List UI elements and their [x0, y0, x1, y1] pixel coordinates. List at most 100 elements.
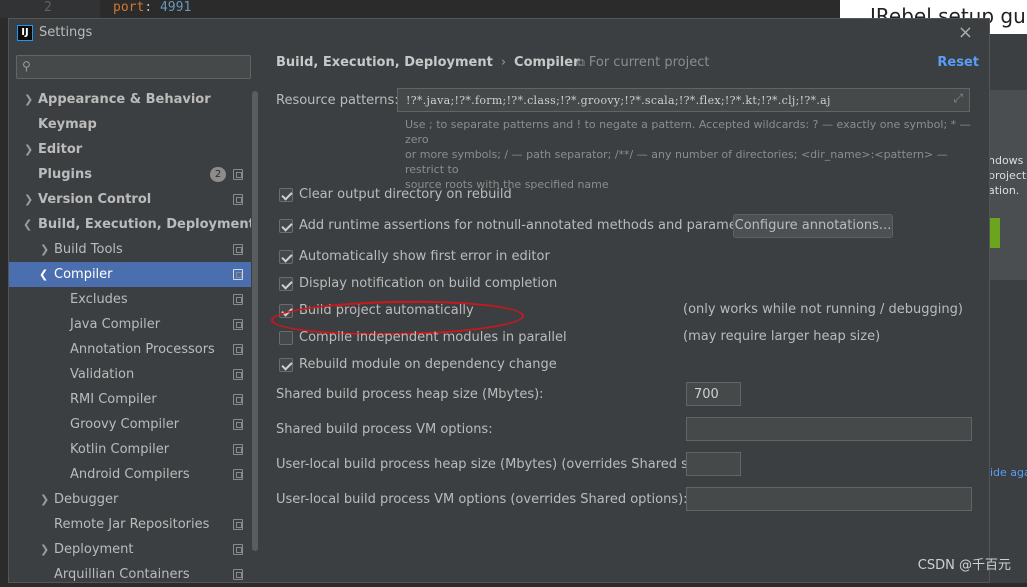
option-label: Display notification on build completion — [299, 276, 558, 291]
sidebar-item-label: RMI Compiler — [70, 392, 157, 407]
search-icon: ⚲ — [22, 59, 31, 73]
background-link: ide aga — [990, 466, 1027, 479]
breadcrumb-separator: › — [500, 55, 507, 70]
settings-search[interactable]: ⚲ — [16, 55, 251, 79]
for-project-label: For current project — [588, 55, 710, 70]
editor-code-line: port: 4991 — [113, 0, 192, 15]
sidebar-item-keymap[interactable]: Keymap — [9, 112, 251, 137]
sidebar-item-compiler[interactable]: ❮ Compiler — [9, 262, 251, 287]
clear-output-checkbox[interactable] — [279, 188, 293, 202]
vm-options-input[interactable] — [692, 420, 948, 438]
sidebar-item-deployment[interactable]: ❯ Deployment — [9, 537, 251, 562]
runtime-assertions-checkbox[interactable] — [279, 219, 293, 233]
compiler-settings-panel: Build, Execution, Deployment › Compiler ⧉ F… — [259, 47, 989, 582]
chevron-down-icon[interactable]: ❮ — [23, 212, 32, 237]
heap-size-label: Shared build process heap size (Mbytes): — [276, 387, 544, 402]
sidebar-item-label: Remote Jar Repositories — [54, 517, 210, 532]
sidebar-item-label: Plugins — [38, 167, 92, 182]
chevron-right-icon[interactable]: ❯ — [24, 187, 33, 212]
project-scope-note: ⧉ For current project — [577, 55, 709, 70]
breadcrumb: Build, Execution, Deployment › Compiler — [276, 55, 580, 70]
sidebar-item-label: Build, Execution, Deployment — [38, 217, 255, 232]
expand-icon[interactable]: ⤢ — [953, 91, 963, 106]
user-vm-options-field[interactable] — [686, 487, 972, 511]
project-scope-icon — [233, 344, 243, 355]
vm-options-field[interactable] — [686, 417, 972, 441]
build-automatically-note: (only works while not running / debuggin… — [683, 302, 963, 317]
sidebar-item-groovy-compiler[interactable]: Groovy Compiler — [9, 412, 251, 437]
editor-line-number: 2 — [44, 0, 52, 15]
parallel-compile-note: (may require larger heap size) — [683, 329, 881, 344]
sidebar-item-label: Java Compiler — [70, 317, 161, 332]
chevron-right-icon[interactable]: ❯ — [40, 237, 49, 262]
sidebar-item-label: Editor — [38, 142, 83, 157]
parallel-compile-checkbox[interactable] — [279, 331, 293, 345]
sidebar-item-label: Version Control — [38, 192, 152, 207]
hint-line: or more symbols; / — path separator; /**… — [405, 148, 948, 176]
user-vm-options-label: User-local build process VM options (ove… — [276, 492, 688, 507]
option-label: Automatically show first error in editor — [299, 249, 550, 264]
settings-dialog: IJ Settings × ⚲ ❯ Appearance & Behavior … — [8, 18, 990, 583]
project-scope-icon — [233, 319, 243, 330]
dialog-titlebar[interactable]: IJ Settings × — [9, 19, 989, 47]
configure-annotations-button[interactable]: Configure annotations... — [733, 214, 893, 238]
project-scope-icon — [233, 444, 243, 455]
sidebar-item-build-execution-deployment[interactable]: ❮ Build, Execution, Deployment — [9, 212, 255, 237]
sidebar-item-arquillian-containers[interactable]: Arquillian Containers — [9, 562, 251, 587]
hint-line: Use ; to separate patterns and ! to nega… — [405, 118, 971, 146]
heap-size-input[interactable] — [692, 385, 740, 403]
option-label: Rebuild module on dependency change — [299, 357, 557, 372]
option-label: Compile independent modules in parallel — [299, 330, 567, 345]
chevron-right-icon[interactable]: ❯ — [40, 487, 49, 512]
sidebar-scrollbar[interactable] — [251, 87, 259, 557]
sidebar-item-remote-jar-repositories[interactable]: Remote Jar Repositories — [9, 512, 251, 537]
resource-patterns-field[interactable]: ⤢ — [397, 88, 970, 112]
sidebar-item-appearance-behavior[interactable]: ❯ Appearance & Behavior — [9, 87, 251, 112]
sidebar-item-kotlin-compiler[interactable]: Kotlin Compiler — [9, 437, 251, 462]
sidebar-item-editor[interactable]: ❯ Editor — [9, 137, 251, 162]
build-notification-checkbox[interactable] — [279, 277, 293, 291]
project-scope-icon — [233, 469, 243, 480]
project-scope-icon — [233, 269, 243, 280]
settings-tree: ❯ Appearance & Behavior Keymap ❯ Editor … — [9, 87, 255, 587]
sidebar-item-annotation-processors[interactable]: Annotation Processors — [9, 337, 251, 362]
sidebar-item-plugins[interactable]: Plugins 2 — [9, 162, 251, 187]
sidebar-item-android-compilers[interactable]: Android Compilers — [9, 462, 251, 487]
rebuild-on-dependency-checkbox[interactable] — [279, 358, 293, 372]
resource-patterns-input[interactable] — [404, 91, 944, 109]
close-icon[interactable]: × — [958, 22, 973, 43]
sidebar-item-label: Validation — [70, 367, 135, 382]
chevron-down-icon[interactable]: ❮ — [39, 262, 48, 287]
heap-size-field[interactable] — [686, 382, 741, 406]
background-green-button — [990, 218, 1000, 248]
sidebar-item-java-compiler[interactable]: Java Compiler — [9, 312, 251, 337]
user-heap-size-field[interactable] — [686, 452, 741, 476]
background-notification-line: ation. — [990, 184, 1020, 197]
scrollbar-thumb[interactable] — [252, 91, 258, 551]
project-scope-icon — [233, 519, 243, 530]
editor-key: port — [113, 0, 145, 15]
resource-patterns-hint: Use ; to separate patterns and ! to nega… — [405, 117, 977, 192]
sidebar-item-rmi-compiler[interactable]: RMI Compiler — [9, 387, 251, 412]
background-notification-line: project — [990, 169, 1027, 182]
sidebar-item-debugger[interactable]: ❯ Debugger — [9, 487, 251, 512]
user-heap-size-input[interactable] — [692, 455, 740, 473]
search-input[interactable] — [39, 58, 244, 76]
chevron-right-icon[interactable]: ❯ — [24, 137, 33, 162]
chevron-right-icon[interactable]: ❯ — [40, 537, 49, 562]
user-vm-options-input[interactable] — [692, 490, 948, 508]
chevron-right-icon[interactable]: ❯ — [24, 87, 33, 112]
reset-link[interactable]: Reset — [937, 55, 979, 70]
sidebar-item-label: Appearance & Behavior — [38, 92, 211, 107]
sidebar-item-validation[interactable]: Validation — [9, 362, 251, 387]
sidebar-item-build-tools[interactable]: ❯ Build Tools — [9, 237, 251, 262]
show-first-error-checkbox[interactable] — [279, 250, 293, 264]
sidebar-item-version-control[interactable]: ❯ Version Control — [9, 187, 251, 212]
sidebar-item-label: Arquillian Containers — [54, 567, 190, 582]
editor-value: 4991 — [159, 0, 192, 15]
sidebar-item-label: Deployment — [54, 542, 134, 557]
background-notification: ndows project ation. — [990, 90, 1027, 280]
sidebar-item-excludes[interactable]: Excludes — [9, 287, 251, 312]
plugins-update-badge: 2 — [210, 167, 226, 182]
breadcrumb-item: Build, Execution, Deployment — [276, 55, 493, 70]
